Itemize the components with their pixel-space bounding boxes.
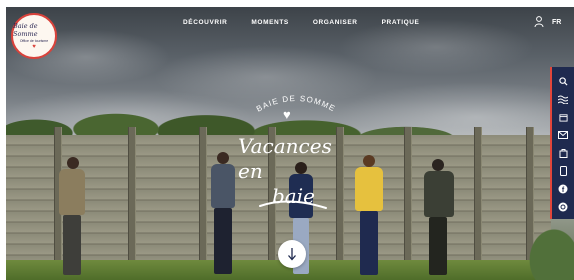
calendar-icon[interactable]: [557, 111, 569, 123]
logo-subtitle: Office de tourisme: [19, 39, 49, 43]
fence-post: [404, 127, 412, 277]
nav-item-decouvrir[interactable]: DÉCOUVRIR: [183, 19, 227, 26]
bag-icon[interactable]: [557, 147, 569, 159]
user-account-icon[interactable]: [534, 16, 544, 28]
phone-icon[interactable]: [557, 165, 569, 177]
mail-icon[interactable]: [557, 129, 569, 141]
person-khaki-vest: [51, 157, 91, 277]
arrow-down-icon: [288, 248, 296, 261]
waves-icon[interactable]: [557, 93, 569, 105]
nav-item-pratique[interactable]: PRATIQUE: [382, 19, 420, 26]
instagram-icon[interactable]: [557, 201, 569, 213]
side-toolbar: f: [550, 67, 574, 219]
scroll-down-button[interactable]: [278, 240, 306, 268]
nav-item-moments[interactable]: MOMENTS: [251, 19, 288, 26]
title-swoosh: [259, 200, 327, 209]
person-backpack: [206, 152, 240, 277]
fence-post: [474, 127, 482, 277]
hero-kicker-text: BAIE DE SOMME: [255, 94, 336, 114]
main-navigation: DÉCOUVRIR MOMENTS ORGANISER PRATIQUE: [183, 19, 420, 26]
heart-icon: ♥: [32, 44, 36, 50]
person-dark-jacket: [418, 159, 458, 277]
svg-text:BAIE DE SOMME: BAIE DE SOMME: [255, 94, 337, 114]
fence-post: [128, 127, 136, 277]
logo-title: Baie de Somme: [13, 22, 38, 38]
search-icon[interactable]: [557, 75, 569, 87]
language-switcher[interactable]: FR: [552, 19, 561, 26]
heart-icon: ♥: [283, 107, 291, 122]
nav-item-organiser[interactable]: ORGANISER: [313, 19, 358, 26]
hero-kicker: BAIE DE SOMME: [255, 94, 337, 114]
facebook-icon[interactable]: f: [557, 183, 569, 195]
hero-title-line1: Vacances en: [238, 134, 332, 183]
site-logo[interactable]: Baie de Somme Office de tourisme ♥: [11, 13, 57, 59]
